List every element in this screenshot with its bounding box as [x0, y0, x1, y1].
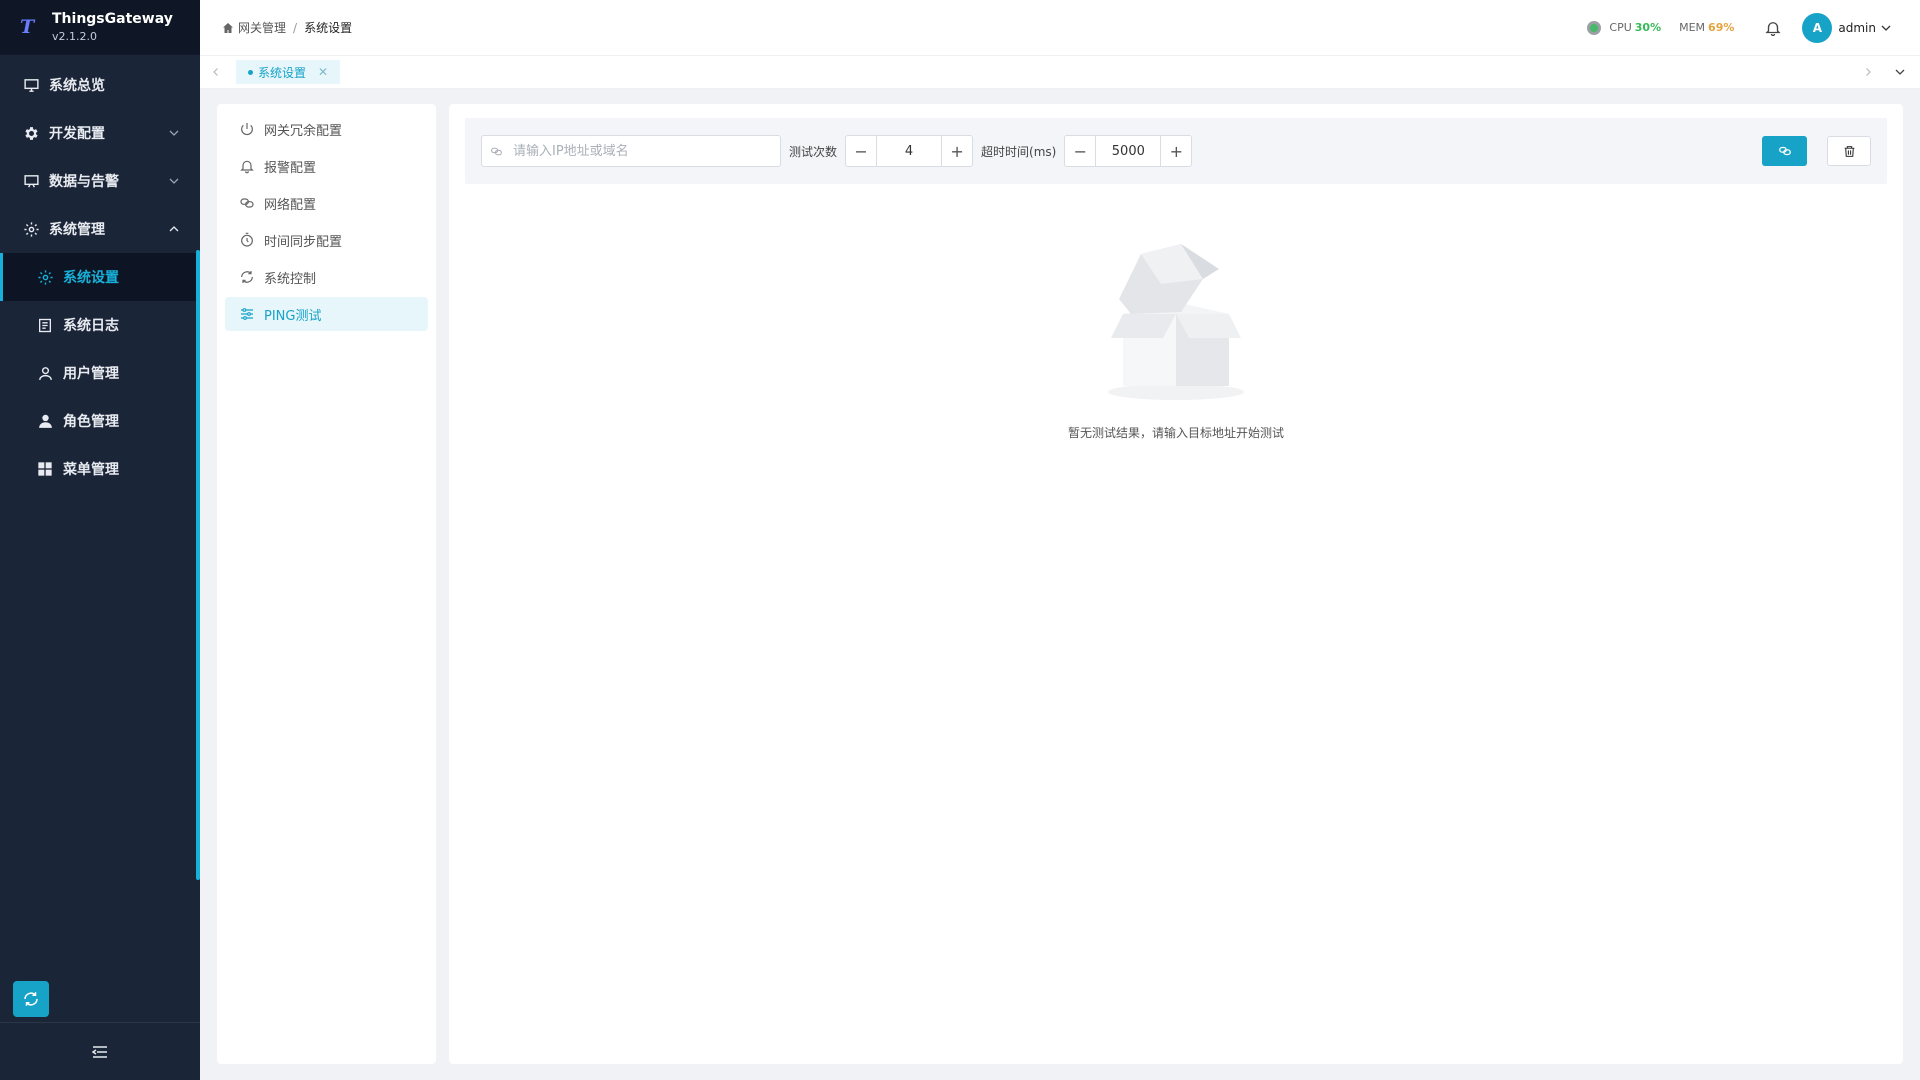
username[interactable]: admin: [1838, 21, 1876, 35]
avatar[interactable]: A: [1802, 12, 1833, 43]
clear-results-button[interactable]: [1827, 136, 1871, 166]
settings-nav-alarm[interactable]: 报警配置: [225, 149, 428, 183]
breadcrumb: 网关管理 / 系统设置: [222, 19, 352, 36]
trash-icon: [1844, 145, 1854, 157]
settings-nav-time-sync[interactable]: 时间同步配置: [225, 223, 428, 257]
ping-panel: 测试次数 − 4 + 超时时间(ms) − 5000 +: [449, 104, 1903, 1064]
sidebar-item-system-management[interactable]: 系统管理: [0, 205, 200, 253]
header-status: CPU 30% MEM 69% A admin: [1587, 12, 1920, 43]
sidebar-item-dev-config[interactable]: 开发配置: [0, 109, 200, 157]
chevron-down-icon[interactable]: [1880, 22, 1892, 34]
count-stepper: − 4 +: [845, 135, 974, 167]
sidebar-scrollbar[interactable]: [196, 250, 200, 880]
header: 网关管理 / 系统设置 CPU 30% MEM 69% A admin: [200, 0, 1920, 56]
timeout-stepper: − 5000 +: [1064, 135, 1193, 167]
app-name: ThingsGateway: [52, 11, 173, 27]
grid-icon: [36, 460, 54, 478]
gear-icon: [36, 268, 54, 286]
sidebar: T ThingsGateway v2.1.2.0 系统总览 开发配置 数据与告警: [0, 0, 200, 1080]
ping-toolbar: 测试次数 − 4 + 超时时间(ms) − 5000 +: [465, 118, 1887, 184]
sidebar-item-system-log[interactable]: 系统日志: [0, 301, 200, 349]
power-icon: [239, 121, 255, 137]
tab-more-button[interactable]: [1890, 62, 1910, 82]
sliders-icon: [239, 306, 255, 322]
timeout-decrement-button[interactable]: −: [1065, 136, 1097, 166]
monitor-icon: [22, 76, 40, 94]
chevron-left-icon: [213, 68, 218, 76]
link-icon: [239, 195, 255, 211]
timeout-label: 超时时间(ms): [981, 144, 1057, 159]
sidebar-collapse-button[interactable]: [0, 1022, 200, 1080]
host-input[interactable]: [511, 142, 772, 160]
sidebar-menu: 系统总览 开发配置 数据与告警 系统管理 系统设置 系统日志 用户管理 角色管理…: [0, 55, 200, 493]
refresh-icon: [24, 992, 38, 1006]
home-icon: [223, 22, 233, 33]
sidebar-item-system-settings[interactable]: 系统设置: [0, 253, 200, 301]
empty-state-text: 暂无测试结果，请输入目标地址开始测试: [1067, 426, 1284, 440]
tab-system-settings[interactable]: 系统设置 ✕: [236, 60, 341, 84]
count-label: 测试次数: [789, 144, 838, 159]
empty-state: 暂无测试结果，请输入目标地址开始测试: [449, 234, 1903, 441]
bell-icon: [239, 158, 255, 174]
tab-bar: 系统设置 ✕: [200, 56, 1920, 89]
stopwatch-icon: [239, 232, 255, 248]
gear-icon: [22, 124, 40, 142]
gear-icon: [22, 220, 40, 238]
mem-label: MEM: [1679, 21, 1706, 34]
link-icon: [491, 147, 502, 155]
breadcrumb-item-current: 系统设置: [304, 21, 353, 35]
sidebar-item-menu-management[interactable]: 菜单管理: [0, 445, 200, 493]
chevron-down-icon: [169, 130, 179, 136]
settings-nav-ping[interactable]: PING测试: [225, 297, 428, 331]
app-version: v2.1.2.0: [52, 30, 97, 43]
refresh-button[interactable]: [13, 981, 49, 1017]
user-solid-icon: [36, 412, 54, 430]
settings-nav-network[interactable]: 网络配置: [225, 186, 428, 220]
tab-scroll-right-button[interactable]: [1858, 62, 1878, 82]
chevron-up-icon: [169, 226, 179, 232]
timeout-value[interactable]: 5000: [1096, 136, 1160, 166]
sidebar-item-user-management[interactable]: 用户管理: [0, 349, 200, 397]
start-ping-button[interactable]: [1762, 136, 1807, 166]
tab-scroll-left-button[interactable]: [206, 62, 226, 82]
count-decrement-button[interactable]: −: [846, 136, 878, 166]
mem-value: 69%: [1708, 21, 1735, 34]
tab-active-dot: [248, 69, 253, 75]
chevron-down-icon: [1895, 69, 1905, 75]
close-icon[interactable]: ✕: [318, 65, 328, 79]
tab-label: 系统设置: [258, 65, 307, 80]
user-icon: [36, 364, 54, 382]
settings-nav-redundancy[interactable]: 网关冗余配置: [225, 112, 428, 146]
count-value[interactable]: 4: [877, 136, 941, 166]
settings-nav-system-control[interactable]: 系统控制: [225, 260, 428, 294]
link-icon: [1778, 146, 1791, 156]
sidebar-item-overview[interactable]: 系统总览: [0, 61, 200, 109]
cpu-label: CPU: [1609, 21, 1632, 34]
brand[interactable]: T ThingsGateway v2.1.2.0: [0, 0, 200, 55]
settings-nav: 网关冗余配置 报警配置 网络配置 时间同步配置 系统控制 PING测试: [217, 104, 436, 1064]
timeout-increment-button[interactable]: +: [1160, 136, 1191, 166]
sidebar-item-data-alarm[interactable]: 数据与告警: [0, 157, 200, 205]
logo-icon: T: [20, 16, 35, 38]
breadcrumb-item-gateway[interactable]: 网关管理: [238, 19, 286, 36]
breadcrumb-separator: /: [293, 20, 298, 35]
monitor-icon: [22, 172, 40, 190]
sidebar-item-role-management[interactable]: 角色管理: [0, 397, 200, 445]
bell-icon[interactable]: [1764, 19, 1782, 37]
cpu-value: 30%: [1634, 21, 1662, 34]
count-increment-button[interactable]: +: [941, 136, 972, 166]
empty-box-icon: [1108, 244, 1244, 400]
menu-collapse-icon: [92, 1045, 107, 1058]
refresh-icon: [239, 269, 255, 285]
chevron-down-icon: [169, 178, 179, 184]
host-input-wrapper[interactable]: [481, 135, 781, 167]
document-icon: [36, 316, 54, 334]
chevron-right-icon: [1866, 68, 1871, 76]
status-indicator: [1587, 20, 1602, 35]
